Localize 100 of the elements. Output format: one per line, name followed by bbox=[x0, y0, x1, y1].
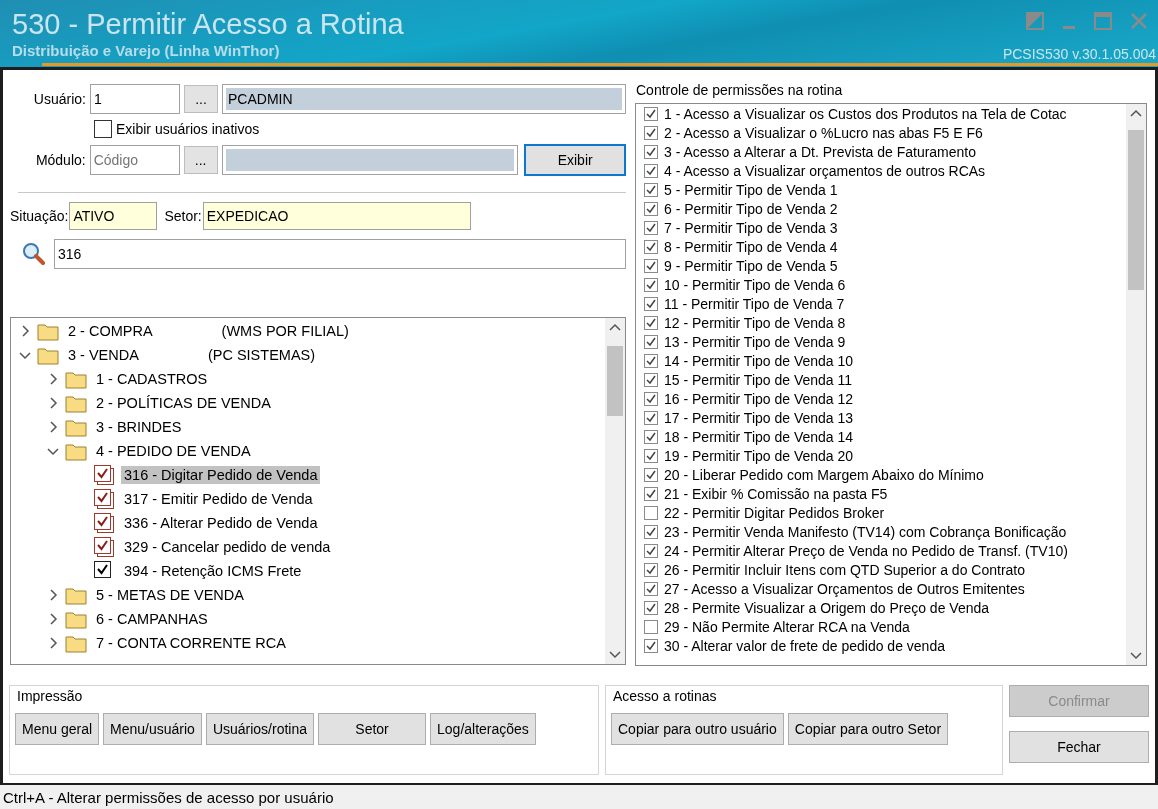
print-button[interactable]: Setor bbox=[318, 713, 427, 745]
tree-item[interactable]: 316 - Digitar Pedido de Venda bbox=[121, 466, 321, 484]
permission-item[interactable]: 30 - Alterar valor de frete de pedido de venda bbox=[664, 637, 945, 654]
module-code-field[interactable]: Código bbox=[89, 145, 180, 175]
permission-item[interactable]: 11 - Permitir Tipo de Venda 7 bbox=[664, 295, 845, 312]
checkbox[interactable] bbox=[644, 182, 658, 197]
permission-item[interactable]: 10 - Permitir Tipo de Venda 6 bbox=[664, 276, 846, 293]
tree-item[interactable]: 4 - PEDIDO DE VENDA bbox=[93, 442, 254, 460]
status-field[interactable]: ATIVO bbox=[69, 202, 158, 230]
checkbox[interactable] bbox=[93, 488, 115, 510]
tree-item[interactable]: 2 - COMPRA bbox=[65, 322, 156, 340]
print-button[interactable]: Menu/usuário bbox=[103, 713, 202, 745]
checkbox[interactable] bbox=[94, 120, 112, 138]
sector-field[interactable]: EXPEDICAO bbox=[202, 202, 471, 230]
chevron-down-icon[interactable] bbox=[19, 349, 31, 361]
checkbox[interactable] bbox=[644, 277, 658, 292]
permission-item[interactable]: 1 - Acesso a Visualizar os Custos dos Produtos na Tela de Cotac bbox=[664, 105, 1067, 122]
scroll-down-icon[interactable] bbox=[609, 648, 621, 660]
tree-item[interactable]: 1 - CADASTROS bbox=[93, 370, 211, 388]
chevron-right-icon[interactable] bbox=[47, 373, 59, 385]
checkbox[interactable] bbox=[644, 144, 658, 159]
print-button[interactable]: Log/alterações bbox=[430, 713, 536, 745]
search-field[interactable]: 316 bbox=[54, 239, 626, 269]
checkbox[interactable] bbox=[644, 353, 658, 368]
permission-item[interactable]: 12 - Permitir Tipo de Venda 8 bbox=[664, 314, 846, 331]
checkbox[interactable] bbox=[644, 619, 658, 634]
tree-item[interactable]: 329 - Cancelar pedido de venda bbox=[121, 538, 334, 556]
permission-item[interactable]: 17 - Permitir Tipo de Venda 13 bbox=[664, 409, 854, 426]
checkbox[interactable] bbox=[93, 536, 115, 558]
checkbox[interactable] bbox=[644, 296, 658, 311]
checkbox[interactable] bbox=[644, 600, 658, 615]
checkbox[interactable] bbox=[644, 163, 658, 178]
permission-item[interactable]: 16 - Permitir Tipo de Venda 12 bbox=[664, 390, 854, 407]
tree-item[interactable]: 3 - VENDA bbox=[65, 346, 142, 364]
browse-button[interactable]: ... bbox=[183, 146, 218, 174]
permission-item[interactable]: 23 - Permitir Venda Manifesto (TV14) com Cobrança Bonificação bbox=[664, 523, 1067, 540]
scrollbar[interactable] bbox=[605, 318, 625, 664]
checkbox[interactable] bbox=[644, 201, 658, 216]
checkbox[interactable] bbox=[644, 391, 658, 406]
permission-item[interactable]: 8 - Permitir Tipo de Venda 4 bbox=[664, 238, 838, 255]
chevron-right-icon[interactable] bbox=[47, 613, 59, 625]
tree-item[interactable]: 317 - Emitir Pedido de Venda bbox=[121, 490, 316, 508]
checkbox[interactable] bbox=[644, 239, 658, 254]
checkbox[interactable] bbox=[644, 372, 658, 387]
checkbox[interactable] bbox=[644, 467, 658, 482]
checkbox[interactable] bbox=[644, 410, 658, 425]
scrollbar[interactable] bbox=[1126, 104, 1146, 665]
chevron-right-icon[interactable] bbox=[47, 637, 59, 649]
print-button[interactable]: Usuários/rotina bbox=[205, 713, 315, 745]
checkbox[interactable] bbox=[644, 220, 658, 235]
permission-item[interactable]: 24 - Permitir Alterar Preço de Venda no Pedido de Transf. (TV10) bbox=[664, 542, 1068, 559]
copy-button[interactable]: Copiar para outro usuário bbox=[611, 713, 784, 745]
permission-item[interactable]: 14 - Permitir Tipo de Venda 10 bbox=[664, 352, 854, 369]
checkbox[interactable] bbox=[644, 581, 658, 596]
checkbox[interactable] bbox=[644, 125, 658, 140]
checkbox[interactable] bbox=[644, 448, 658, 463]
checkbox[interactable] bbox=[644, 524, 658, 539]
permission-item[interactable]: 29 - Não Permite Alterar RCA na Venda bbox=[664, 618, 910, 635]
checkbox[interactable] bbox=[93, 512, 115, 534]
tree-item[interactable]: 7 - CONTA CORRENTE RCA bbox=[93, 634, 289, 652]
permission-item[interactable]: 27 - Acesso a Visualizar Orçamentos de Outros Emitentes bbox=[664, 580, 1025, 597]
tree-item[interactable]: 394 - Retenção ICMS Frete bbox=[121, 562, 305, 580]
chevron-down-icon[interactable] bbox=[47, 445, 59, 457]
checkbox[interactable] bbox=[644, 106, 658, 121]
chevron-right-icon[interactable] bbox=[47, 589, 59, 601]
tree-item[interactable]: 3 - BRINDES bbox=[93, 418, 185, 436]
permission-item[interactable]: 9 - Permitir Tipo de Venda 5 bbox=[664, 257, 838, 274]
permission-item[interactable]: 3 - Acesso a Alterar a Dt. Prevista de Faturamento bbox=[664, 143, 977, 160]
checkbox[interactable] bbox=[644, 486, 658, 501]
permission-item[interactable]: 20 - Liberar Pedido com Margem Abaixo do Mínimo bbox=[664, 466, 984, 483]
permission-item[interactable]: 13 - Permitir Tipo de Venda 9 bbox=[664, 333, 846, 350]
scrollbar-thumb[interactable] bbox=[607, 346, 623, 416]
checkbox[interactable] bbox=[644, 315, 658, 330]
checkbox[interactable] bbox=[644, 258, 658, 273]
chevron-right-icon[interactable] bbox=[47, 421, 59, 433]
show-button[interactable]: Exibir bbox=[524, 144, 626, 176]
permission-item[interactable]: 21 - Exibir % Comissão na pasta F5 bbox=[664, 485, 888, 502]
checkbox[interactable] bbox=[93, 464, 115, 486]
scrollbar-thumb[interactable] bbox=[1128, 130, 1144, 290]
tree-item[interactable]: 2 - POLÍTICAS DE VENDA bbox=[93, 394, 274, 412]
tree-item[interactable]: 336 - Alterar Pedido de Venda bbox=[121, 514, 321, 532]
print-button[interactable]: Menu geral bbox=[15, 713, 100, 745]
permission-item[interactable]: 15 - Permitir Tipo de Venda 11 bbox=[664, 371, 853, 388]
permission-item[interactable]: 22 - Permitir Digitar Pedidos Broker bbox=[664, 504, 885, 521]
checkbox[interactable] bbox=[644, 334, 658, 349]
permission-item[interactable]: 2 - Acesso a Visualizar o %Lucro nas abas F5 E F6 bbox=[664, 124, 983, 141]
permission-item[interactable]: 7 - Permitir Tipo de Venda 3 bbox=[664, 219, 838, 236]
checkbox[interactable] bbox=[644, 429, 658, 444]
permission-item[interactable]: 5 - Permitir Tipo de Venda 1 bbox=[664, 181, 838, 198]
checkbox[interactable] bbox=[644, 505, 658, 520]
chevron-right-icon[interactable] bbox=[47, 397, 59, 409]
chevron-right-icon[interactable] bbox=[19, 325, 31, 337]
action-button[interactable]: Fechar bbox=[1009, 731, 1149, 763]
permission-item[interactable]: 4 - Acesso a Visualizar orçamentos de outros RCAs bbox=[664, 162, 986, 179]
tree-item[interactable]: 5 - METAS DE VENDA bbox=[93, 586, 247, 604]
checkbox[interactable] bbox=[644, 543, 658, 558]
browse-button[interactable]: ... bbox=[184, 85, 218, 113]
permission-item[interactable]: 19 - Permitir Tipo de Venda 20 bbox=[664, 447, 854, 464]
permission-item[interactable]: 26 - Permitir Incluir Itens com QTD Superior a do Contrato bbox=[664, 561, 1026, 578]
scroll-down-icon[interactable] bbox=[1130, 649, 1142, 661]
